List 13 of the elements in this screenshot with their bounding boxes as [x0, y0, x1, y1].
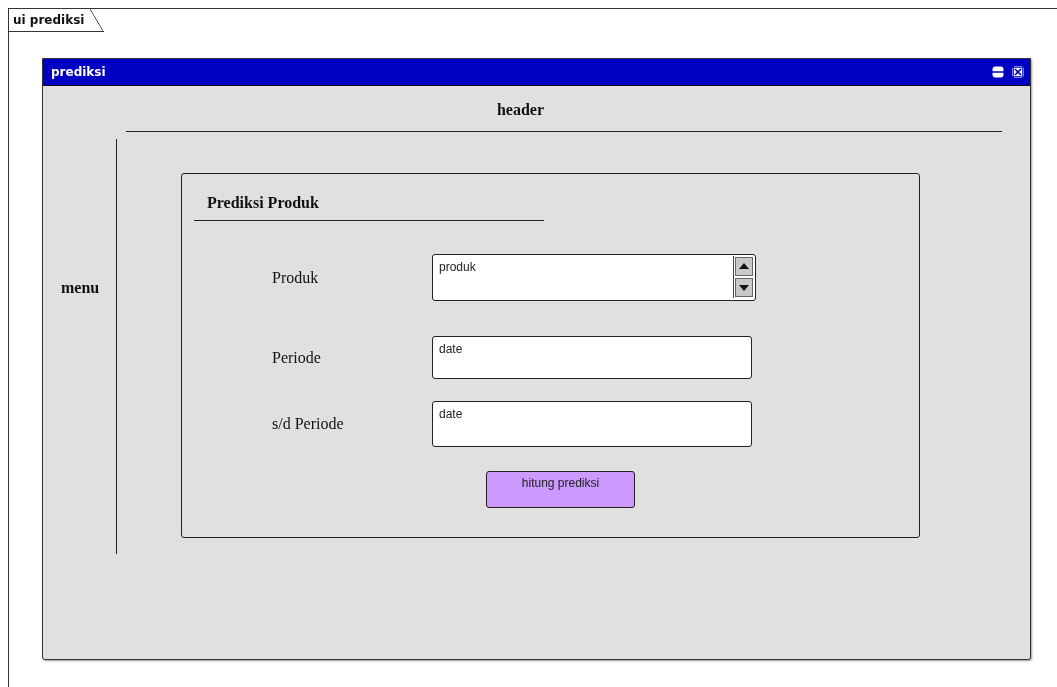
- field-label: s/d Periode: [272, 415, 344, 432]
- predict-button[interactable]: hitung prediksi: [486, 471, 635, 508]
- header-label: header: [496, 101, 545, 118]
- input-field[interactable]: date: [432, 401, 752, 447]
- field-label: Produk: [272, 268, 319, 286]
- menu-label: menu: [61, 279, 100, 296]
- minimize-icon[interactable]: [992, 66, 1004, 78]
- close-icon[interactable]: [1012, 66, 1024, 78]
- window-title: prediksi: [51, 65, 106, 79]
- field-label: Periode: [272, 348, 321, 366]
- panel-title: Prediksi Produk: [207, 194, 319, 211]
- spinner-field[interactable]: produk: [432, 254, 756, 301]
- input-field[interactable]: date: [432, 336, 752, 379]
